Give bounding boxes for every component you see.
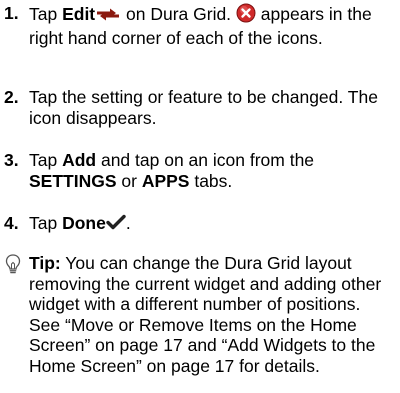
step-text-part: Tap bbox=[29, 213, 63, 233]
checkmark-icon bbox=[106, 214, 126, 235]
step-number: 1. bbox=[4, 3, 19, 23]
tip-block: Tip: You can change the Dura Grid layout… bbox=[4, 253, 392, 376]
step-text-part: and tap on an icon from the bbox=[96, 150, 315, 170]
done-label: Done bbox=[62, 213, 106, 233]
edit-arrows-icon bbox=[95, 5, 121, 26]
step-text-part: Tap bbox=[29, 150, 63, 170]
step-text: Tap Done. bbox=[29, 213, 394, 235]
lightbulb-icon bbox=[4, 253, 22, 280]
step-number: 2. bbox=[4, 87, 19, 107]
add-label: Add bbox=[62, 150, 97, 170]
tip-body-text: You can change the Dura Grid layout remo… bbox=[29, 253, 382, 376]
step-number: 4. bbox=[4, 213, 19, 233]
tip-label: Tip: bbox=[29, 253, 61, 273]
step-2: 2. Tap the setting or feature to be chan… bbox=[4, 87, 394, 128]
step-number: 3. bbox=[4, 150, 19, 170]
edit-label: Edit bbox=[62, 3, 96, 24]
step-text-part: . bbox=[125, 213, 131, 233]
step-1: 1. Tap Edit on Dura Grid. appears in the… bbox=[4, 3, 394, 48]
tip-text: Tip: You can change the Dura Grid layout… bbox=[29, 253, 392, 376]
step-text: Tap Edit on Dura Grid. appears in the ri… bbox=[29, 3, 394, 48]
step-text-part: Tap bbox=[29, 3, 63, 24]
step-text-part: tabs. bbox=[189, 170, 233, 191]
settings-tab-label: SETTINGS bbox=[29, 170, 117, 191]
instruction-page: 1. Tap Edit on Dura Grid. appears in the… bbox=[0, 0, 400, 393]
remove-badge-icon bbox=[236, 3, 256, 28]
step-text-part: or bbox=[116, 170, 142, 191]
step-text: Tap Add and tap on an icon from the SETT… bbox=[29, 150, 394, 191]
step-3: 3. Tap Add and tap on an icon from the S… bbox=[4, 150, 394, 191]
step-text-part: on Dura Grid. bbox=[121, 3, 236, 24]
apps-tab-label: APPS bbox=[141, 170, 190, 191]
step-text: Tap the setting or feature to be changed… bbox=[29, 87, 378, 128]
step-4: 4. Tap Done. bbox=[4, 213, 394, 235]
